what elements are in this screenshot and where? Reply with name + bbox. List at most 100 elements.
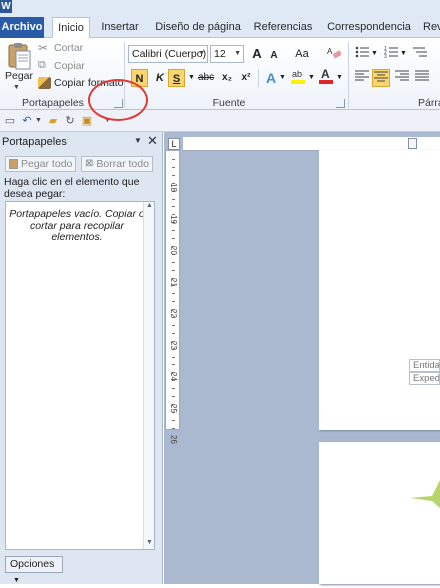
multilevel-list-icon[interactable] — [412, 45, 428, 63]
pane-instruction: Haga clic en el elemento que desea pegar… — [4, 176, 140, 200]
clear-all-icon: ⊠ — [85, 158, 94, 169]
highlight-color-icon[interactable]: ab — [290, 67, 306, 85]
svg-text:3: 3 — [384, 54, 387, 59]
ruler-number: 19 — [169, 214, 178, 224]
grow-font-button[interactable]: A — [249, 45, 265, 63]
bullets-dropdown-icon[interactable]: ▼ — [371, 50, 378, 57]
tab-selector-icon[interactable]: L — [168, 138, 180, 150]
document-field[interactable]: Entida — [409, 359, 440, 372]
undo-icon[interactable]: ↶ — [20, 114, 34, 128]
ruler-number: 26 — [169, 435, 178, 444]
highlight-dropdown-icon[interactable]: ▼ — [308, 74, 315, 81]
font-name-combo[interactable]: Calibri (Cuerpo) ▼ — [128, 45, 208, 63]
ribbon-tab-bar: Archivo Inicio Insertar Diseño de página… — [0, 17, 440, 39]
font-size-combo[interactable]: 12 ▼ — [210, 45, 244, 63]
document-page[interactable] — [319, 150, 440, 430]
paste-button[interactable]: Pegar — [5, 70, 33, 82]
scroll-down-icon[interactable]: ▼ — [146, 539, 153, 546]
italic-button[interactable]: K — [152, 69, 168, 87]
subscript-button[interactable]: x₂ — [219, 69, 235, 87]
svg-text:A: A — [327, 47, 333, 56]
title-bar — [0, 0, 440, 17]
tab-insertar[interactable]: Insertar — [97, 17, 143, 38]
numbering-dropdown-icon[interactable]: ▼ — [400, 50, 407, 57]
font-color-icon[interactable]: A — [318, 67, 334, 85]
align-right-icon[interactable] — [394, 69, 410, 87]
cut-button[interactable]: ✂ Cortar — [38, 41, 83, 55]
pane-options-dropdown-icon[interactable]: ▼ — [134, 136, 142, 145]
tab-correspondencia[interactable]: Correspondencia — [323, 17, 415, 38]
ruler-tick — [172, 356, 175, 358]
pane-scrollbar[interactable]: ▲ ▼ — [143, 202, 154, 549]
document-page[interactable] — [319, 442, 440, 584]
close-pane-icon[interactable]: ✕ — [147, 133, 158, 149]
copy-button[interactable]: ⧉ Copiar — [38, 59, 85, 72]
options-button[interactable]: Opciones ▼ — [5, 556, 63, 584]
task-pane-title: Portapapeles — [2, 136, 67, 148]
scroll-up-icon[interactable]: ▲ — [146, 202, 153, 209]
text-effects-dropdown-icon[interactable]: ▼ — [279, 74, 286, 81]
tab-archivo[interactable]: Archivo — [0, 17, 44, 38]
ruler-tick — [172, 427, 175, 429]
change-case-button[interactable]: Aa — [292, 45, 312, 63]
strikethrough-button[interactable]: abc — [198, 69, 214, 87]
shrink-font-button[interactable]: A — [266, 47, 282, 65]
ruler-number: 23 — [169, 340, 178, 350]
tab-diseno-de-pagina[interactable]: Diseño de página — [153, 17, 243, 38]
ruler-tick — [172, 261, 175, 263]
decorative-star-shape — [410, 478, 440, 508]
horizontal-ruler[interactable] — [183, 137, 440, 151]
clipboard-items-list[interactable] — [5, 201, 155, 550]
ruler-tick — [172, 269, 175, 271]
font-dialog-launcher-icon[interactable] — [336, 99, 345, 108]
ruler-tick — [172, 198, 175, 200]
tab-revisar[interactable]: Rev — [423, 17, 440, 38]
ribbon: Pegar ▼ ✂ Cortar ⧉ Copiar Copiar formato… — [0, 38, 440, 110]
tab-referencias[interactable]: Referencias — [252, 17, 314, 38]
font-size-value: 12 — [214, 48, 226, 60]
undo-dropdown-icon[interactable]: ▼ — [35, 117, 42, 124]
scissors-icon: ✂ — [38, 41, 49, 55]
text-effects-icon[interactable]: A — [263, 69, 279, 87]
superscript-button[interactable]: x² — [238, 69, 254, 87]
bullets-icon[interactable] — [354, 45, 370, 63]
vertical-ruler[interactable]: 18 19 20 21 22 23 24 25 26 — [165, 150, 180, 444]
cut-label: Cortar — [54, 42, 84, 54]
paste-dropdown-arrow-icon[interactable]: ▼ — [13, 84, 20, 91]
ruler-number: 21 — [169, 277, 178, 287]
word-app-icon[interactable]: W — [0, 0, 12, 13]
ruler-tick — [172, 293, 175, 295]
format-painter-icon — [38, 77, 51, 89]
ruler-tick — [172, 396, 175, 397]
underline-button[interactable]: S — [168, 69, 185, 87]
document-field[interactable]: Expedi — [409, 372, 440, 385]
paste-icon — [6, 42, 34, 72]
numbering-icon[interactable]: 123 — [383, 45, 399, 63]
options-label: Opciones — [10, 558, 55, 570]
font-color-dropdown-icon[interactable]: ▼ — [336, 74, 343, 81]
group-separator — [348, 42, 349, 108]
clear-all-button[interactable]: ⊠ Borrar todo — [81, 156, 153, 172]
copy-icon: ⧉ — [38, 59, 46, 71]
ruler-tick — [172, 364, 175, 366]
indent-marker-icon[interactable] — [408, 138, 417, 149]
insert-picture-icon[interactable]: ▣ — [80, 114, 94, 128]
paste-all-button[interactable]: Pegar todo — [5, 156, 77, 172]
ruler-number: 25 — [169, 403, 178, 413]
ruler-number: 22 — [169, 309, 178, 318]
new-document-icon[interactable]: ▭ — [3, 114, 17, 128]
open-folder-icon[interactable]: ▰ — [46, 114, 60, 128]
paragraph-group-label: Párra — [418, 97, 440, 109]
underline-dropdown-icon[interactable]: ▼ — [188, 74, 195, 81]
annotation-circle — [88, 79, 148, 121]
align-center-icon[interactable] — [372, 69, 390, 87]
clear-all-label: Borrar todo — [96, 158, 149, 170]
redo-icon[interactable]: ↻ — [63, 114, 77, 128]
ruler-tick — [172, 206, 175, 208]
justify-icon[interactable] — [414, 69, 430, 87]
tab-inicio[interactable]: Inicio — [52, 17, 90, 39]
font-name-dropdown-icon: ▼ — [198, 50, 205, 57]
clear-formatting-icon[interactable]: A — [326, 45, 342, 63]
ruler-tick — [172, 166, 175, 168]
align-left-icon[interactable] — [354, 69, 370, 87]
